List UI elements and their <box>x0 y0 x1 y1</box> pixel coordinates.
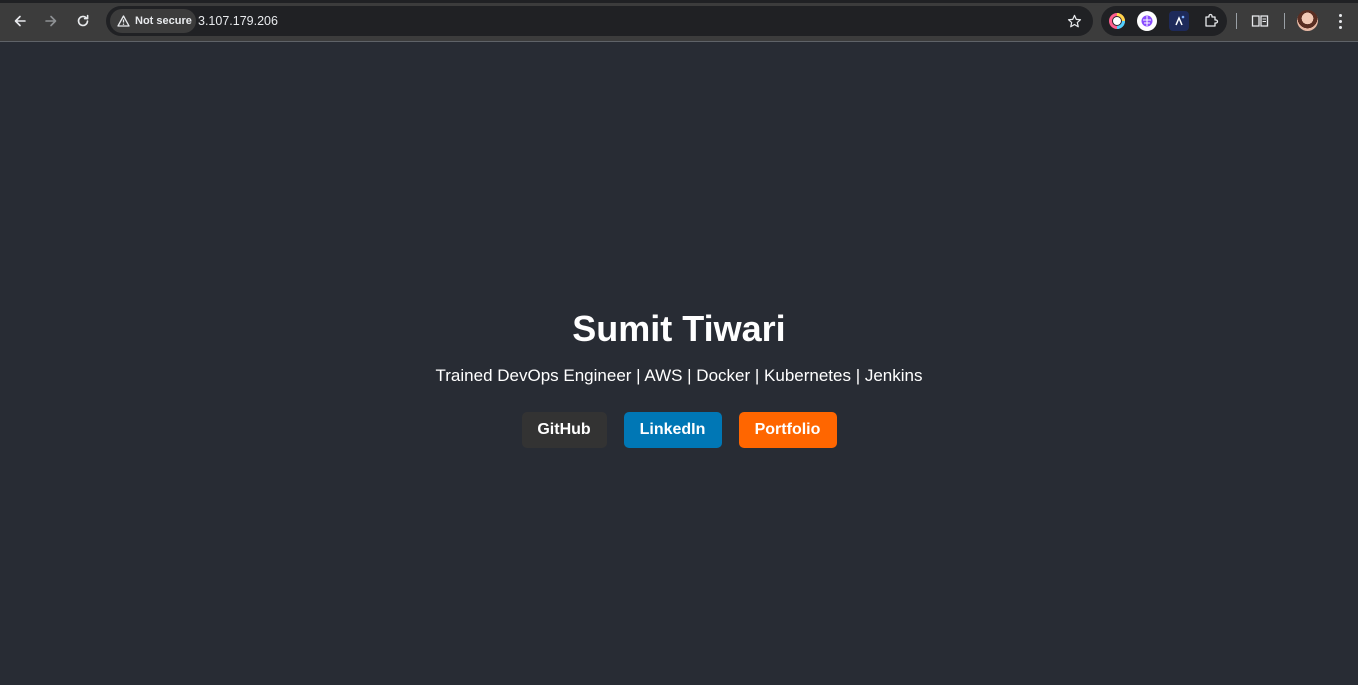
star-icon <box>1067 14 1081 27</box>
link-buttons: GitHub LinkedIn Portfolio <box>0 412 1358 448</box>
reload-icon <box>77 14 89 27</box>
back-icon <box>14 15 26 27</box>
moon-icon <box>1175 15 1185 26</box>
extension-rainbow-button[interactable] <box>1107 11 1127 31</box>
profile-avatar[interactable] <box>1297 10 1318 31</box>
back-button[interactable] <box>8 9 32 33</box>
linkedin-button[interactable]: LinkedIn <box>623 412 722 448</box>
url-text[interactable]: 3.107.179.206 <box>198 14 278 28</box>
forward-button[interactable] <box>39 9 63 33</box>
forward-icon <box>45 15 57 27</box>
github-button[interactable]: GitHub <box>521 412 607 448</box>
extension-moon-button[interactable] <box>1169 11 1189 31</box>
extensions-button[interactable] <box>1201 11 1221 31</box>
security-label: Not secure <box>135 15 192 27</box>
browser-toolbar: Not secure 3.107.179.206 <box>0 0 1358 42</box>
extensions-group <box>1101 6 1227 36</box>
page-content: Sumit Tiwari Trained DevOps Engineer | A… <box>0 43 1358 685</box>
address-bar[interactable]: Not secure 3.107.179.206 <box>106 6 1093 36</box>
brain-icon <box>1141 15 1153 27</box>
page-title: Sumit Tiwari <box>572 308 786 349</box>
extension-icon <box>1205 13 1219 27</box>
reading-list-button[interactable] <box>1248 9 1272 33</box>
portfolio-button[interactable]: Portfolio <box>738 412 837 448</box>
rainbow-ring-icon <box>1109 13 1125 29</box>
hero-section: Sumit Tiwari Trained DevOps Engineer | A… <box>0 307 1358 448</box>
security-chip[interactable]: Not secure <box>110 9 196 33</box>
reload-button[interactable] <box>71 9 95 33</box>
bookmark-button[interactable] <box>1063 10 1085 32</box>
tagline: Trained DevOps Engineer | AWS | Docker |… <box>435 366 923 385</box>
menu-icon[interactable] <box>1330 10 1350 32</box>
extension-brain-button[interactable] <box>1137 11 1157 31</box>
warning-icon <box>117 15 130 27</box>
toolbar-separator <box>1284 13 1285 29</box>
toolbar-separator <box>1236 13 1237 29</box>
reading-list-icon <box>1251 15 1269 27</box>
